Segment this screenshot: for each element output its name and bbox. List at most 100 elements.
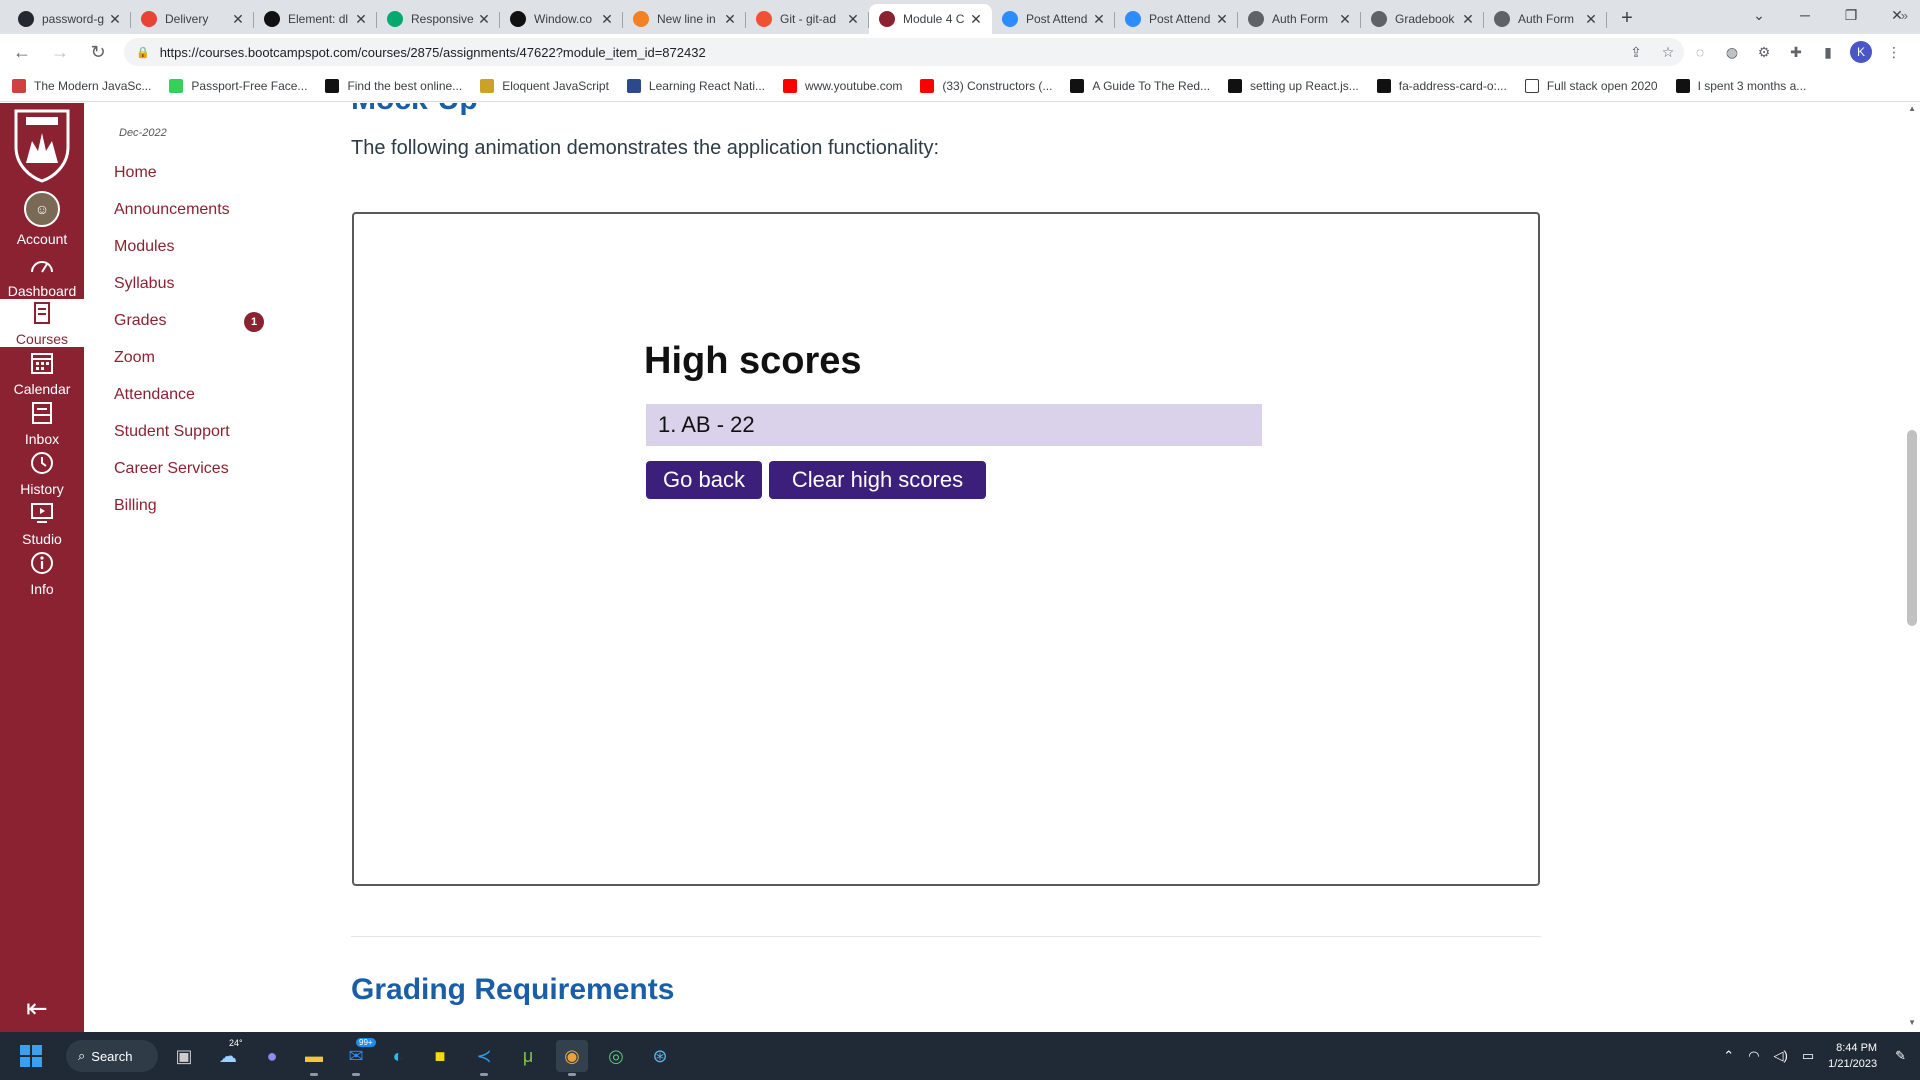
course-nav-billing[interactable]: Billing [114,497,157,515]
new-tab-icon[interactable]: + [1613,4,1641,32]
collapse-nav-icon[interactable]: ⇤ [26,993,48,1024]
close-tab-icon[interactable]: ✕ [1337,11,1353,28]
globe-app-icon[interactable]: ◎ [600,1040,632,1072]
scroll-down-icon[interactable]: ▼ [1908,1018,1916,1027]
volume-icon[interactable]: ◁) [1774,1048,1788,1064]
extension-icon[interactable]: ◌ [1684,36,1716,68]
extension-icon[interactable]: ⚙ [1748,36,1780,68]
global-nav-studio[interactable]: Studio [0,499,84,547]
forward-icon[interactable]: → [44,36,76,68]
global-nav-account[interactable]: ☺ Account [0,187,84,251]
browser-tab[interactable]: Responsive ✕ [377,4,500,34]
browser-tab[interactable]: Post Attend ✕ [992,4,1115,34]
url-text[interactable]: https://courses.bootcampspot.com/courses… [160,45,1620,60]
menu-icon[interactable]: ⋮ [1878,36,1910,68]
file-explorer-icon[interactable]: ▬ [298,1040,330,1076]
scroll-up-icon[interactable]: ▲ [1908,104,1916,113]
global-nav-calendar[interactable]: Calendar [0,349,84,397]
close-tab-icon[interactable]: ✕ [230,11,246,28]
tab-search-icon[interactable]: ⌄ [1736,0,1782,30]
close-tab-icon[interactable]: ✕ [107,11,123,28]
browser-tab[interactable]: Post Attend ✕ [1115,4,1238,34]
close-tab-icon[interactable]: ✕ [1091,11,1107,28]
course-nav-modules[interactable]: Modules [114,238,174,256]
address-bar[interactable]: 🔒 https://courses.bootcampspot.com/cours… [124,38,1684,66]
close-tab-icon[interactable]: ✕ [845,11,861,28]
close-tab-icon[interactable]: ✕ [968,11,984,28]
bookmark-item[interactable]: Find the best online... [325,78,462,93]
close-tab-icon[interactable]: ✕ [1583,11,1599,28]
university-logo[interactable] [12,107,72,183]
global-nav-inbox[interactable]: Inbox [0,399,84,447]
browser-tab[interactable]: Window.co ✕ [500,4,623,34]
global-nav-history[interactable]: History [0,449,84,497]
course-nav-syllabus[interactable]: Syllabus [114,275,174,293]
close-window-icon[interactable]: ✕ [1874,0,1920,30]
bookmark-item[interactable]: (33) Constructors (... [920,78,1052,93]
browser-tab[interactable]: Module 4 C ✕ [869,4,992,34]
course-nav-student-support[interactable]: Student Support [114,423,230,441]
tray-chevron-icon[interactable]: ⌃ [1723,1048,1734,1064]
close-tab-icon[interactable]: ✕ [476,11,492,28]
utorrent-icon[interactable]: μ [512,1040,544,1072]
minimize-icon[interactable]: ─ [1782,0,1828,30]
reload-icon[interactable]: ↻ [82,36,114,68]
network-app-icon[interactable]: ⊛ [644,1040,676,1072]
chrome-icon[interactable]: ◉ [556,1040,588,1076]
global-nav-dashboard[interactable]: Dashboard [0,251,84,299]
restore-icon[interactable]: ❐ [1828,0,1874,30]
bookmark-item[interactable]: fa-address-card-o:... [1376,78,1507,93]
course-nav-attendance[interactable]: Attendance [114,386,195,404]
global-nav-info[interactable]: Info [0,549,84,597]
share-icon[interactable]: ⇪ [1620,44,1652,61]
teams-chat-icon[interactable]: ● [256,1040,288,1072]
bookmark-item[interactable]: Learning React Nati... [626,78,765,93]
course-nav-home[interactable]: Home [114,164,157,182]
bookmark-item[interactable]: A Guide To The Red... [1070,78,1210,93]
close-tab-icon[interactable]: ✕ [1460,11,1476,28]
battery-icon[interactable]: ▭ [1802,1048,1814,1064]
course-nav-announcements[interactable]: Announcements [114,201,230,219]
more-bookmarks-icon[interactable]: » [1901,8,1908,23]
edge-icon[interactable]: ◐ [382,1040,414,1072]
browser-tab[interactable]: Element: dl ✕ [254,4,377,34]
clock[interactable]: 8:44 PM 1/21/2023 [1828,1040,1877,1072]
bookmark-item[interactable]: Full stack open 2020 [1524,78,1658,93]
bookmark-item[interactable]: setting up React.js... [1228,78,1359,93]
close-tab-icon[interactable]: ✕ [1214,11,1230,28]
close-tab-icon[interactable]: ✕ [599,11,615,28]
wifi-icon[interactable]: ◠ [1748,1048,1759,1064]
browser-tab[interactable]: Gradebook ✕ [1361,4,1484,34]
notification-icon[interactable]: ✎ [1895,1048,1906,1064]
browser-tab[interactable]: Delivery ✕ [131,4,254,34]
scrollbar-thumb[interactable] [1907,430,1917,626]
taskbar-search[interactable]: ⌕ Search [66,1040,158,1072]
browser-tab[interactable]: Auth Form ✕ [1484,4,1607,34]
bookmark-item[interactable]: Passport-Free Face... [169,78,307,93]
back-icon[interactable]: ← [6,36,38,68]
go-back-button[interactable]: Go back [646,461,762,499]
close-tab-icon[interactable]: ✕ [722,11,738,28]
bookmark-item[interactable]: Eloquent JavaScript [480,78,609,93]
profile-avatar[interactable]: K [1850,41,1872,63]
course-nav-zoom[interactable]: Zoom [114,349,155,367]
puzzle-icon[interactable]: ✚ [1780,36,1812,68]
close-tab-icon[interactable]: ✕ [353,11,369,28]
course-nav-grades[interactable]: Grades [114,312,166,330]
vscode-icon[interactable]: ≺ [468,1040,500,1076]
bookmark-star-icon[interactable]: ☆ [1652,44,1684,61]
windows-start-icon[interactable] [20,1045,42,1067]
browser-tab[interactable]: password-g ✕ [8,4,131,34]
clear-high-scores-button[interactable]: Clear high scores [769,461,986,499]
browser-tab[interactable]: Auth Form ✕ [1238,4,1361,34]
lock-icon[interactable]: 🔒 [136,46,150,59]
sticky-notes-icon[interactable]: ■ [424,1040,456,1072]
browser-tab[interactable]: New line in ✕ [623,4,746,34]
task-view-icon[interactable]: ▣ [168,1040,200,1072]
browser-tab[interactable]: Git - git-ad ✕ [746,4,869,34]
extension-icon[interactable]: ◍ [1716,36,1748,68]
bookmark-item[interactable]: www.youtube.com [782,78,902,93]
global-nav-courses[interactable]: Courses [0,299,84,347]
bookmark-item[interactable]: The Modern JavaSc... [12,78,151,93]
course-nav-career-services[interactable]: Career Services [114,460,229,478]
